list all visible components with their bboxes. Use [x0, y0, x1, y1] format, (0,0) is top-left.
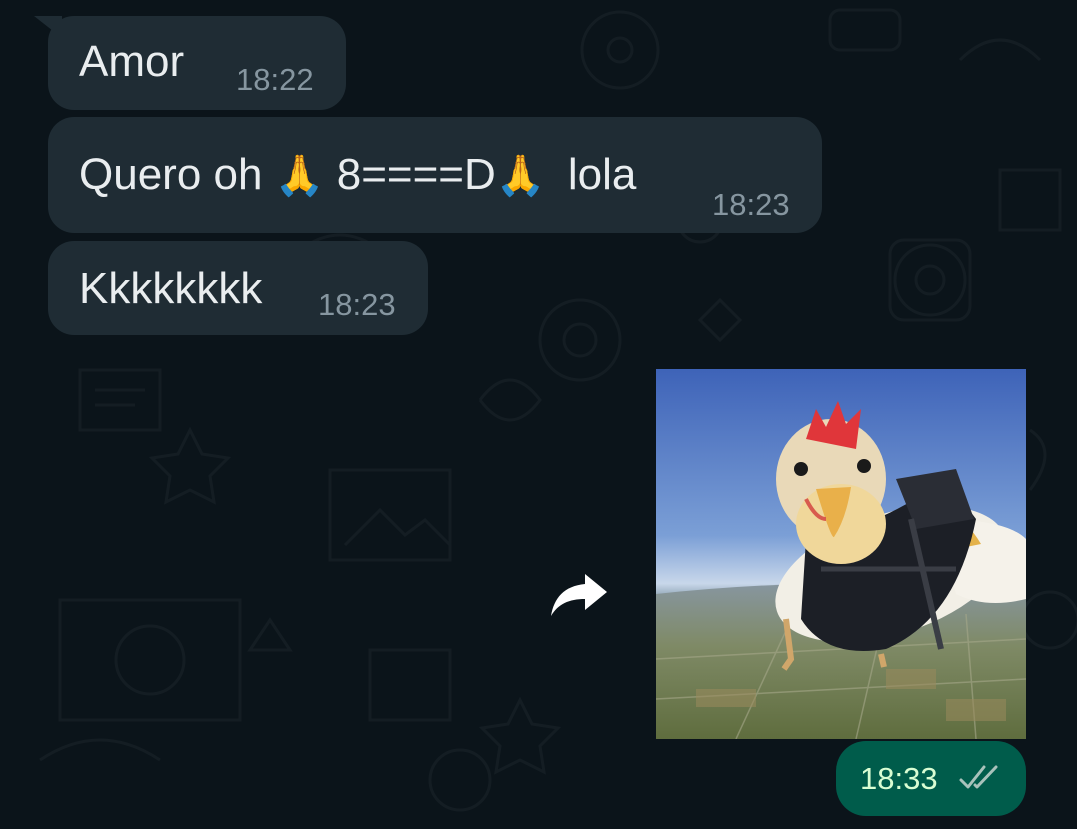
- message-text-part: Quero oh: [79, 150, 263, 199]
- incoming-message[interactable]: Quero oh 🙏 8====D🙏 lola 18:23: [48, 117, 822, 233]
- forward-arrow-icon: [551, 574, 607, 616]
- message-text: Amor: [79, 37, 185, 86]
- message-time: 18:23: [318, 287, 396, 322]
- message-time: 18:22: [236, 62, 314, 97]
- praying-hands-emoji: 🙏: [495, 154, 546, 198]
- chicken-skydiving-image[interactable]: [656, 369, 1026, 739]
- incoming-message[interactable]: Kkkkkkkk 18:23: [48, 241, 428, 335]
- message-text: Quero oh 🙏 8====D🙏 lola: [79, 153, 636, 197]
- message-text: Kkkkkkkk: [79, 264, 263, 313]
- outgoing-message-status[interactable]: 18:33: [836, 741, 1026, 816]
- bubble-tail: [34, 16, 62, 38]
- incoming-message[interactable]: Amor 18:22: [34, 16, 346, 110]
- message-time: 18:33: [860, 761, 938, 796]
- message-time: 18:23: [712, 187, 790, 222]
- forward-button[interactable]: [539, 555, 619, 635]
- chat-window: Amor 18:22 Quero oh 🙏 8====D🙏 lola 18:23…: [0, 0, 1077, 829]
- message-text-part: 8====D: [336, 150, 496, 199]
- image-content: [656, 369, 1026, 739]
- message-text-part: lola: [567, 150, 637, 199]
- praying-hands-emoji: 🙏: [274, 154, 325, 198]
- double-check-icon: [958, 763, 1004, 798]
